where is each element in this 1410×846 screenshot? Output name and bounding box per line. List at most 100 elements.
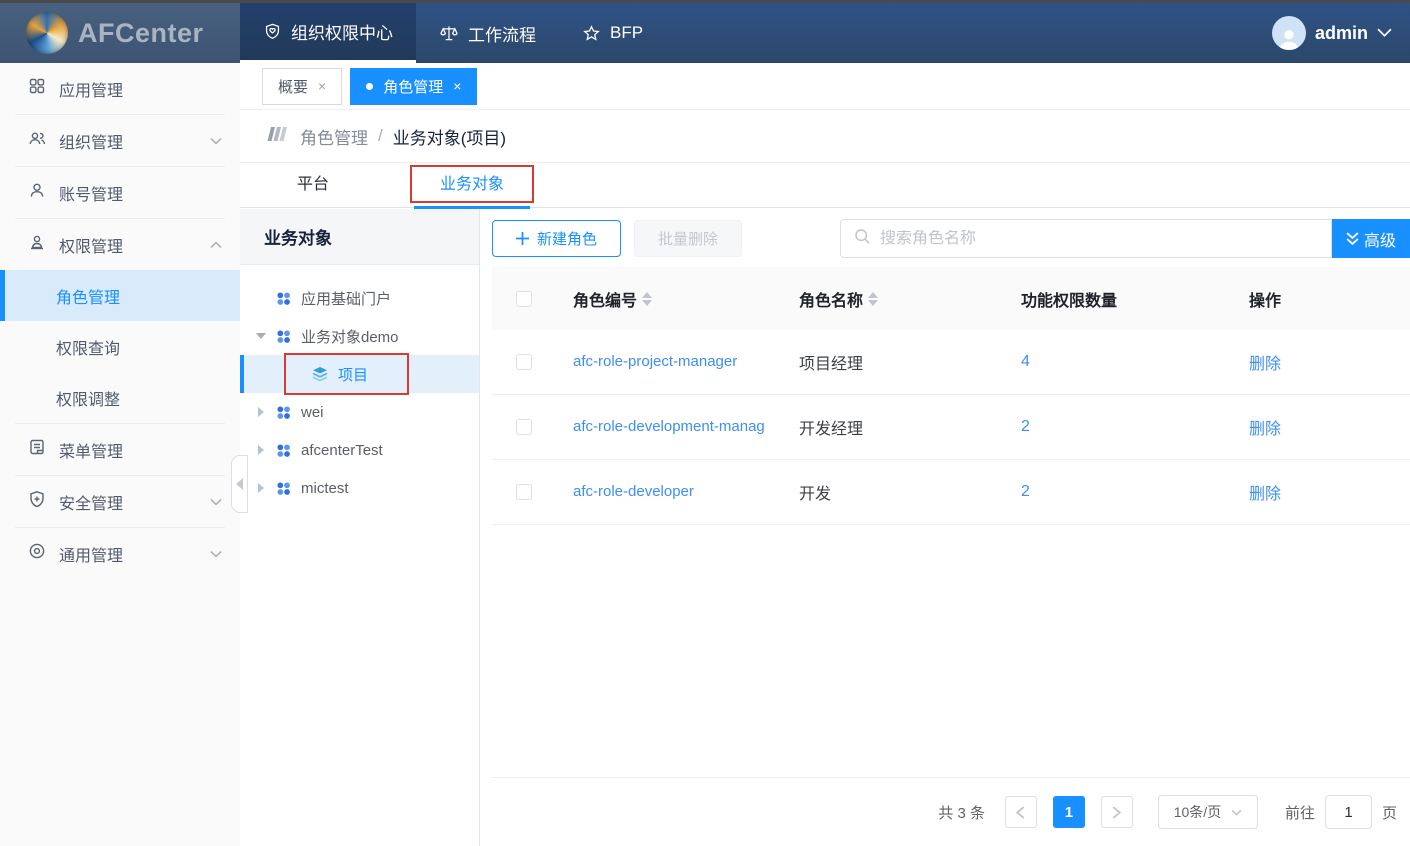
afcenter-logo-icon <box>26 12 68 54</box>
new-role-label: 新建角色 <box>537 228 597 249</box>
tab-overview[interactable]: 概要 × <box>262 68 342 105</box>
caret-right-icon[interactable] <box>258 407 264 417</box>
scale-icon <box>439 23 459 43</box>
next-page-button[interactable] <box>1101 796 1133 828</box>
tree-node-business-object-demo[interactable]: 业务对象demo <box>240 317 479 355</box>
sidebar-subitem-label: 角色管理 <box>56 284 120 308</box>
open-tabs-bar: 概要 × 角色管理 × <box>240 63 1410 110</box>
app-blocks-icon <box>275 404 292 421</box>
chevron-right-icon <box>1112 806 1121 819</box>
sidebar-item-label: 组织管理 <box>59 129 123 153</box>
tree-node-label: afcenterTest <box>301 442 383 459</box>
topnav-item-bfp[interactable]: BFP <box>559 3 666 63</box>
select-all-checkbox[interactable] <box>516 291 532 307</box>
search-icon <box>854 228 871 250</box>
chevron-down-icon <box>1231 809 1242 816</box>
advanced-label: 高级 <box>1364 227 1396 251</box>
row-checkbox[interactable] <box>516 484 532 500</box>
user-menu[interactable]: admin <box>1272 3 1410 63</box>
topnav-label: BFP <box>610 23 643 43</box>
tree-node-label: mictest <box>301 480 349 497</box>
top-bar: AFCenter 组织权限中心 工作流程 <box>0 0 1410 63</box>
role-code-link[interactable]: afc-role-project-manager <box>573 353 737 370</box>
star-icon <box>582 24 601 43</box>
sidebar-item-permission-adjust[interactable]: 权限调整 <box>0 372 240 423</box>
table-row: afc-role-developer 开发 2 删除 <box>492 460 1410 525</box>
tree-node-mictest[interactable]: mictest <box>240 469 479 507</box>
tree-node-label: 业务对象demo <box>301 326 399 347</box>
row-checkbox[interactable] <box>516 419 532 435</box>
caret-right-icon[interactable] <box>258 445 264 455</box>
tree-node-wei[interactable]: wei <box>240 393 479 431</box>
view-tab-platform[interactable]: 平台 <box>268 163 358 208</box>
sidebar-subitem-label: 权限调整 <box>56 386 120 410</box>
sidebar-item-account-management[interactable]: 账号管理 <box>0 167 240 218</box>
table-row: afc-role-project-manager 项目经理 4 删除 <box>492 330 1410 395</box>
role-code-link[interactable]: afc-role-developer <box>573 483 694 500</box>
app-blocks-icon <box>275 328 292 345</box>
sidebar-item-role-management[interactable]: 角色管理 <box>0 270 240 321</box>
goto-page-input[interactable] <box>1325 795 1372 829</box>
delete-link[interactable]: 删除 <box>1249 486 1281 503</box>
sidebar-item-permission-query[interactable]: 权限查询 <box>0 321 240 372</box>
top-nav: 组织权限中心 工作流程 BFP <box>240 3 666 63</box>
sidebar-item-org-management[interactable]: 组织管理 <box>0 115 240 166</box>
chevron-down-icon <box>210 545 222 563</box>
breadcrumb-parent[interactable]: 角色管理 <box>300 124 368 149</box>
advanced-search-button[interactable]: 高级 <box>1332 219 1410 258</box>
prev-page-button[interactable] <box>1005 796 1037 828</box>
new-role-button[interactable]: 新建角色 <box>492 220 621 257</box>
topnav-item-org-permission-center[interactable]: 组织权限中心 <box>240 3 416 63</box>
target-icon <box>28 542 46 565</box>
close-icon[interactable]: × <box>453 78 461 94</box>
tree-node-label: wei <box>301 404 324 421</box>
tab-label: 角色管理 <box>383 76 443 97</box>
permission-count-link[interactable]: 2 <box>1021 483 1030 500</box>
close-icon[interactable]: × <box>318 78 326 94</box>
caret-right-icon[interactable] <box>258 483 264 493</box>
sort-icon[interactable] <box>642 292 652 306</box>
collapse-panel-handle[interactable] <box>231 455 248 513</box>
sidebar-item-general-management[interactable]: 通用管理 <box>0 528 240 579</box>
current-page-button[interactable]: 1 <box>1053 796 1085 828</box>
sidebar-item-permission-management[interactable]: 权限管理 <box>0 219 240 270</box>
delete-link[interactable]: 删除 <box>1249 356 1281 373</box>
batch-delete-button[interactable]: 批量删除 <box>634 220 742 257</box>
goto-label: 前往 <box>1285 802 1315 823</box>
tree-node-app-base-portal[interactable]: 应用基础门户 <box>240 279 479 317</box>
sidebar-item-menu-management[interactable]: 菜单管理 <box>0 424 240 475</box>
table-row: afc-role-development-manag 开发经理 2 删除 <box>492 395 1410 460</box>
app-blocks-icon <box>275 480 292 497</box>
sidebar-item-security-management[interactable]: 安全管理 <box>0 476 240 527</box>
sort-icon[interactable] <box>868 292 878 306</box>
topnav-label: 工作流程 <box>468 21 536 46</box>
sidebar-item-app-management[interactable]: 应用管理 <box>0 63 240 114</box>
column-header-action: 操作 <box>1249 293 1281 310</box>
body-area: 业务对象 应用基础门户 业务对象demo <box>240 209 1410 846</box>
row-checkbox[interactable] <box>516 354 532 370</box>
sidebar-subitem-label: 权限查询 <box>56 335 120 359</box>
search-input[interactable] <box>880 230 1331 248</box>
view-tab-business-object[interactable]: 业务对象 <box>414 163 530 208</box>
shield-plus-icon <box>28 490 46 513</box>
person-icon <box>28 181 46 204</box>
sidebar-item-label: 权限管理 <box>59 233 123 257</box>
permission-count-link[interactable]: 4 <box>1021 353 1030 370</box>
tree-node-afcentertest[interactable]: afcenterTest <box>240 431 479 469</box>
tab-role-management[interactable]: 角色管理 × <box>350 68 477 105</box>
tree-node-label: 应用基础门户 <box>301 288 391 309</box>
page-size-select[interactable]: 10条/页 <box>1158 795 1258 829</box>
permission-count-link[interactable]: 2 <box>1021 418 1030 435</box>
caret-down-icon[interactable] <box>256 333 266 339</box>
delete-link[interactable]: 删除 <box>1249 421 1281 438</box>
role-code-link[interactable]: afc-role-development-manag <box>573 418 765 435</box>
breadcrumb-separator: / <box>378 126 383 146</box>
brand-name: AFCenter <box>78 18 204 49</box>
tree-node-project[interactable]: 项目 <box>240 355 479 393</box>
breadcrumb-slashes-icon <box>266 126 290 147</box>
tab-label: 概要 <box>278 76 308 97</box>
topnav-label: 组织权限中心 <box>291 19 393 44</box>
topnav-item-workflow[interactable]: 工作流程 <box>416 3 559 63</box>
search-box <box>840 219 1332 258</box>
table-header-row: 角色编号 角色名称 功能权限数量 操作 <box>492 267 1410 330</box>
